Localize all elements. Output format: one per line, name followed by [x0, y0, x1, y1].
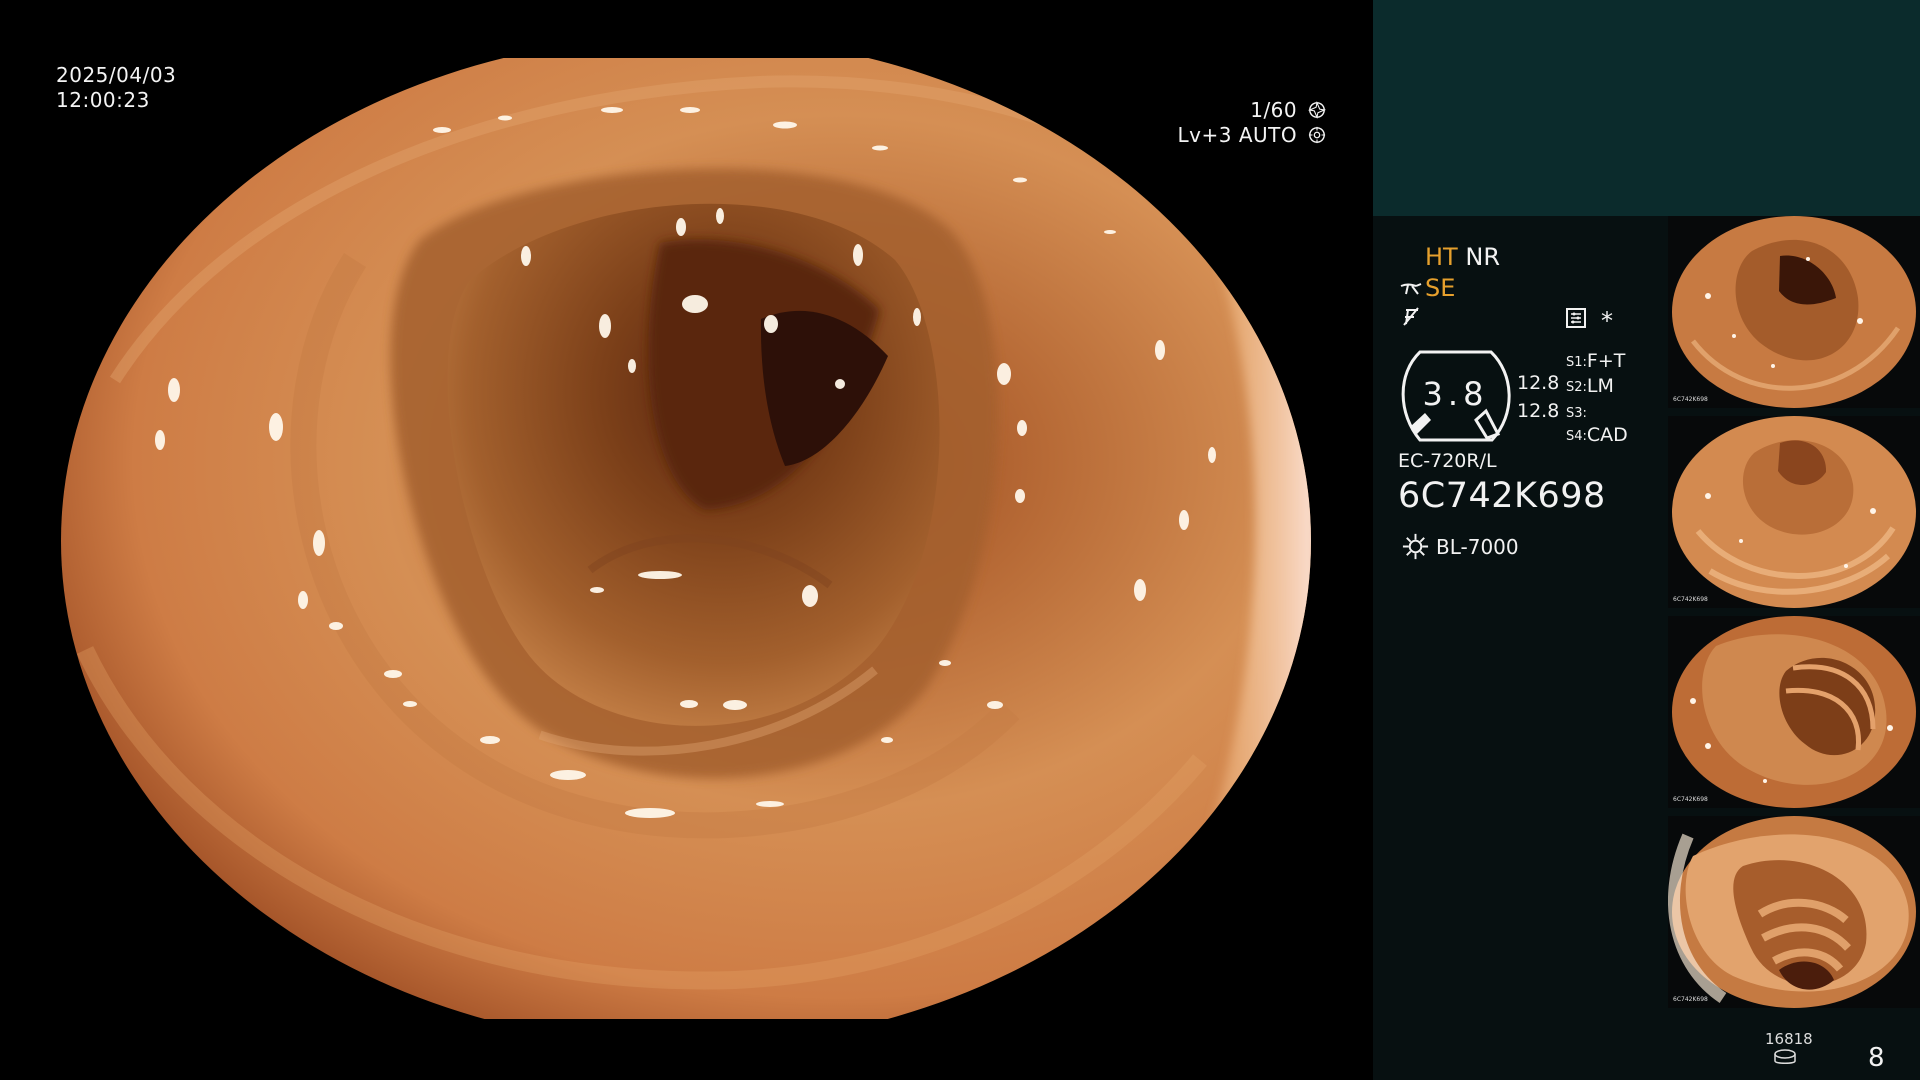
lower-value: 12.8: [1517, 400, 1560, 422]
thumbnail-strip: 6C742K698 6C742K698 6C742K698 6C742K698: [1668, 216, 1920, 1020]
exposure-level-text: Lv+3: [1177, 123, 1232, 147]
settings-icon: [1566, 308, 1586, 328]
thumbnail-2[interactable]: 6C742K698: [1668, 416, 1920, 608]
light-source-icon: [1402, 533, 1429, 560]
thumbnail-image: [1668, 816, 1916, 1008]
shutter-text: 1/60: [1250, 98, 1298, 122]
thumbnail-serial: 6C742K698: [1673, 596, 1708, 603]
upper-value: 12.8: [1517, 372, 1560, 394]
thumbnail-image: [1672, 416, 1916, 608]
page-number: 8: [1868, 1043, 1885, 1073]
ht-nr-status: HT NR: [1425, 243, 1500, 271]
date-time-display: 2025/04/03 12:00:23: [56, 63, 176, 113]
nr-status: NR: [1465, 243, 1500, 271]
panel-header-area: [1373, 0, 1920, 216]
thumbnail-3[interactable]: 6C742K698: [1668, 616, 1920, 808]
thumbnail-serial: 6C742K698: [1673, 796, 1708, 803]
thumbnail-serial: 6C742K698: [1673, 396, 1708, 403]
light-source-display: BL-7000: [1401, 532, 1519, 562]
gauge-value: 3.8: [1422, 375, 1489, 413]
exposure-mode-text: AUTO: [1238, 123, 1298, 147]
thumbnail-image: [1672, 216, 1916, 408]
thumbnail-1[interactable]: 6C742K698: [1668, 216, 1920, 408]
date-text: 2025/04/03: [56, 63, 177, 87]
exposure-display: 1/60 Lv+3 AUTO: [1178, 98, 1326, 148]
storage-icon: [1774, 1049, 1796, 1064]
thumbnail-4[interactable]: 6C742K698: [1668, 816, 1920, 1008]
asterisk-icon: *: [1601, 307, 1613, 335]
scope-tool-icon: [1400, 283, 1422, 295]
thumbnail-image: [1672, 616, 1916, 808]
setting-s4: S4:CAD: [1566, 424, 1628, 446]
auto-exposure-icon: [1308, 126, 1326, 144]
freeze-off-icon: [1403, 307, 1419, 326]
thumbnail-serial: 6C742K698: [1673, 996, 1708, 1003]
se-status: SE: [1425, 274, 1456, 302]
aperture-icon: [1308, 101, 1326, 119]
setting-s1: S1:F+T: [1566, 350, 1626, 372]
setting-s2: S2:LM: [1566, 375, 1614, 397]
light-source-label: BL-7000: [1436, 535, 1519, 559]
scope-serial: 6C742K698: [1398, 476, 1606, 516]
endoscope-status-panel: HT NR SE * 3.8 12.8 12.8 S1:F+T S2:LM S3…: [1373, 0, 1920, 1080]
ht-status: HT: [1425, 243, 1458, 271]
scope-model: EC-720R/L: [1398, 450, 1497, 472]
colonoscopy-image: [0, 0, 1373, 1080]
time-text: 12:00:23: [56, 88, 150, 112]
image-count: 16818: [1765, 1030, 1813, 1048]
endoscopy-main-view: 2025/04/03 12:00:23 1/60 Lv+3 AUTO: [0, 0, 1373, 1080]
